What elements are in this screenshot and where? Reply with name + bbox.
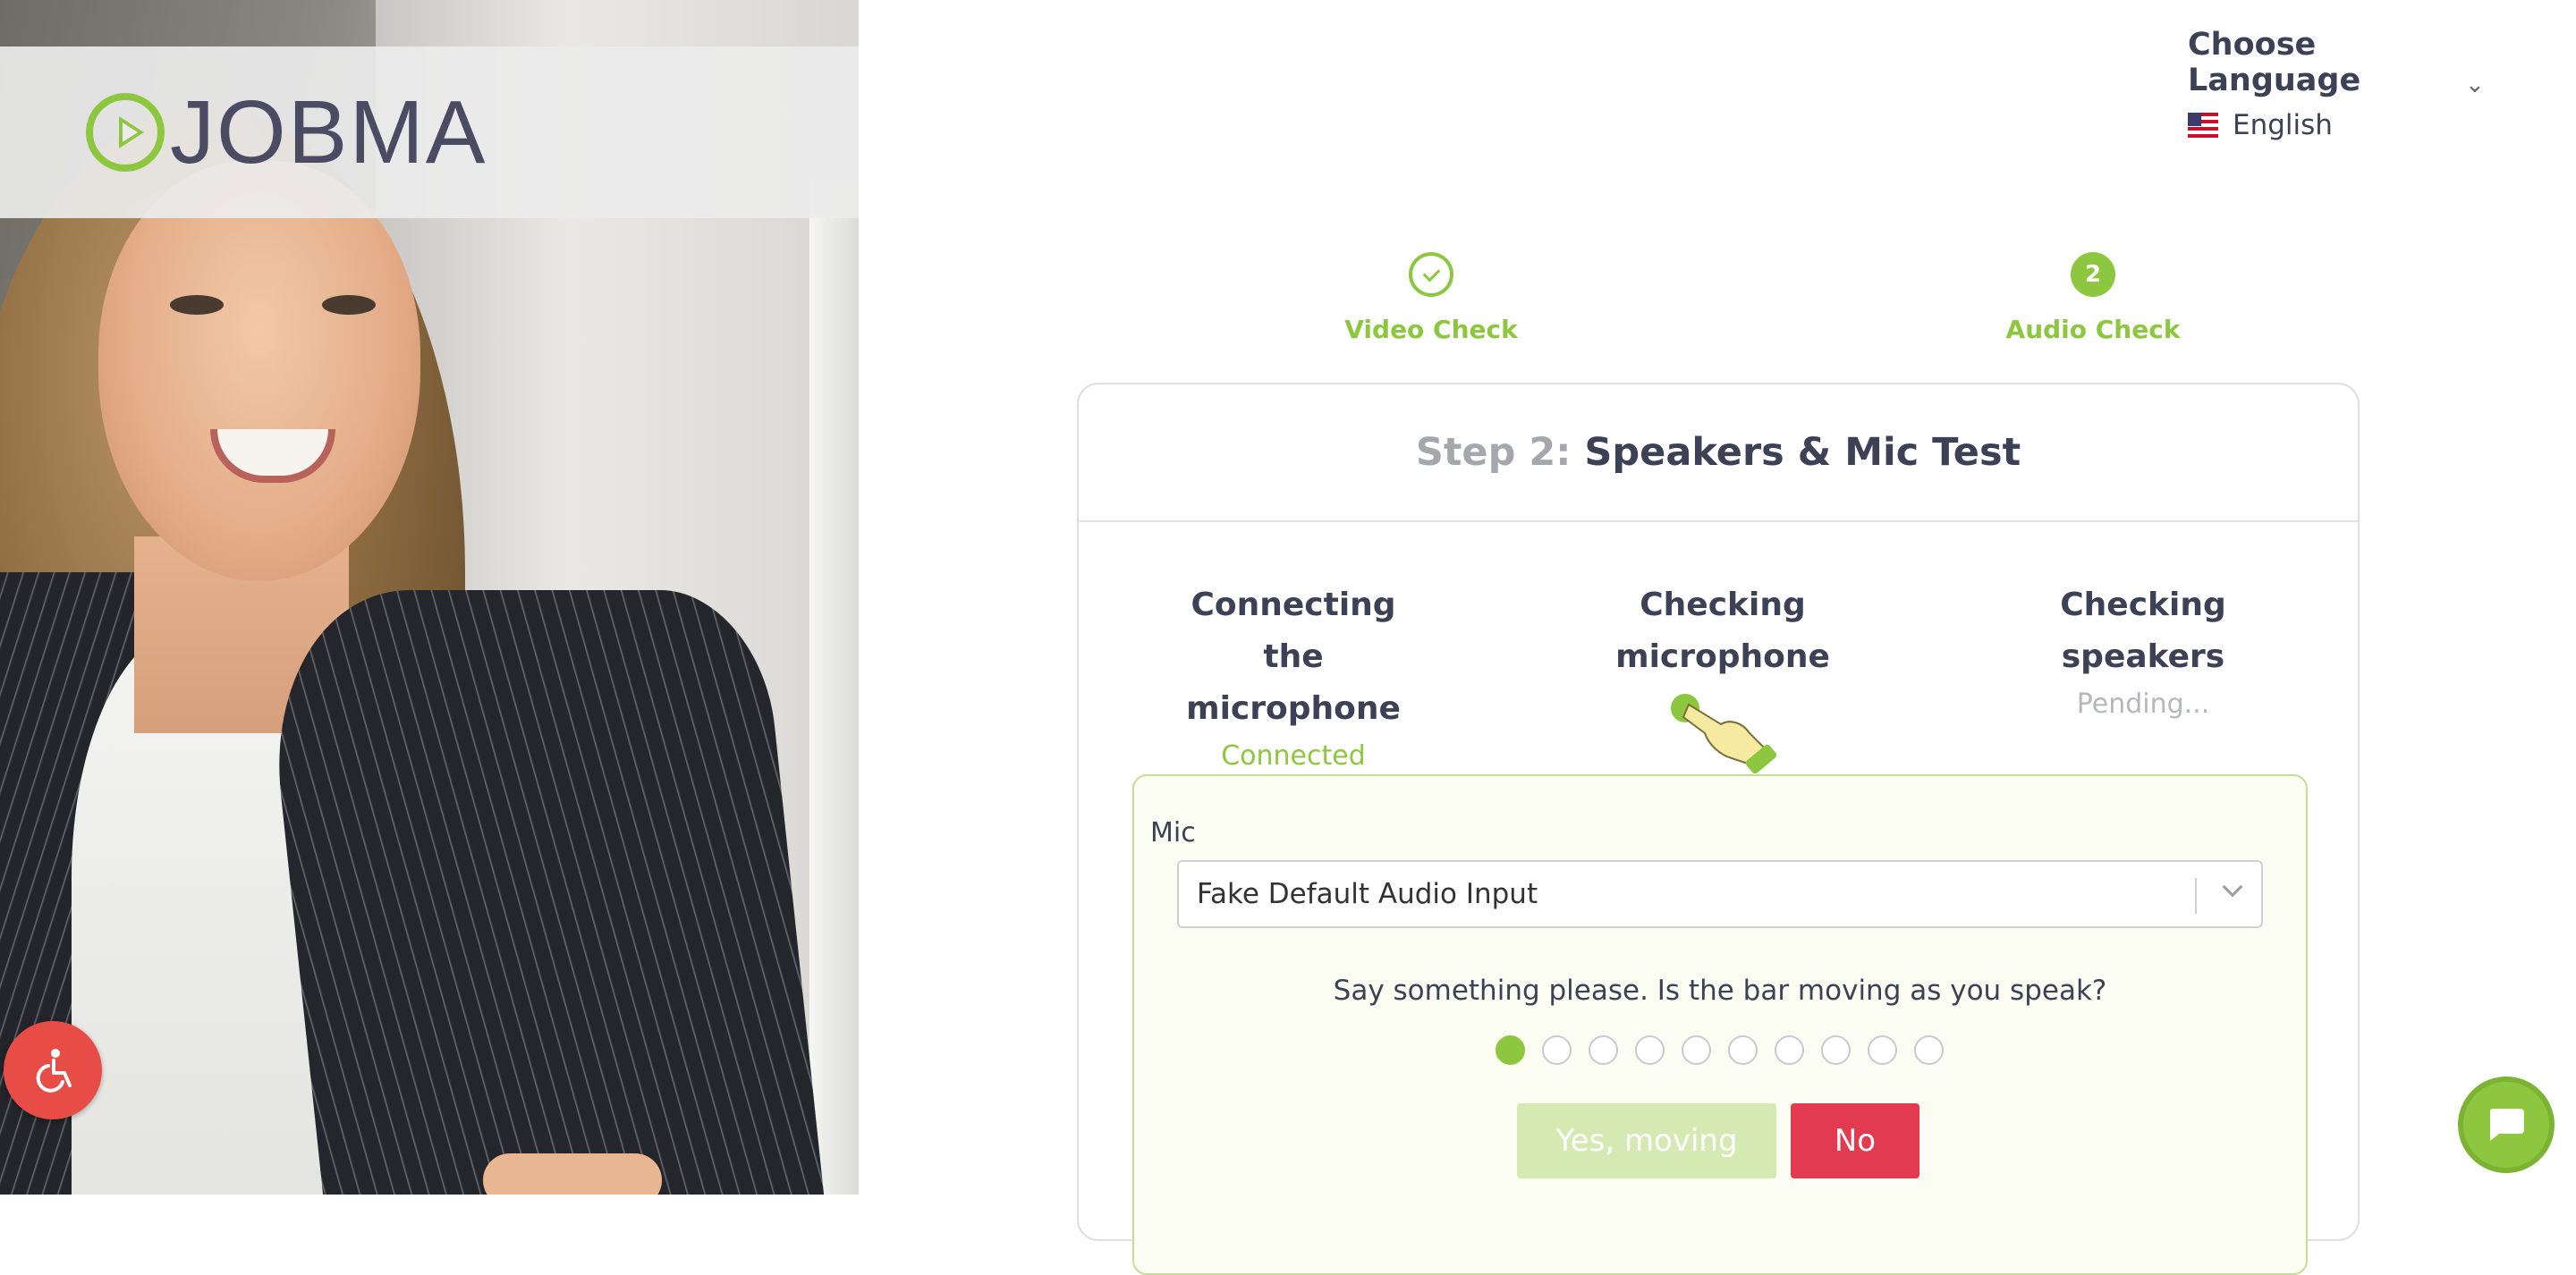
wheelchair-icon (36, 1049, 72, 1093)
select-divider (2195, 878, 2197, 914)
check-title: Connecting the microphone (1186, 587, 1401, 727)
check-status-row: Connecting the microphone Connected Chec… (1079, 579, 2361, 774)
language-value: English (2233, 109, 2333, 141)
mic-answer-buttons: Yes, moving No (1517, 1103, 1919, 1178)
photo-eye-left (170, 295, 224, 315)
level-dot (1635, 1035, 1665, 1065)
us-flag-icon (2188, 113, 2218, 138)
step-audio-check: 2 Audio Check (1959, 252, 2227, 344)
check-microphone: Checking microphone (1544, 579, 1902, 781)
language-title: Choose Language (2188, 27, 2361, 98)
check-status: Connected (1221, 740, 1366, 772)
chat-bubble-icon (2489, 1109, 2524, 1141)
audio-test-card: Step 2: Speakers & Mic Test Connecting t… (1077, 383, 2361, 1275)
mic-level-meter (1496, 1035, 1944, 1065)
pointing-hand-icon (1671, 694, 1777, 774)
chevron-down-icon[interactable]: ⌄ (2465, 72, 2485, 98)
check-icon (1409, 252, 1453, 297)
step-video-check: Video Check (1297, 252, 1565, 344)
accessibility-button[interactable] (4, 1021, 102, 1119)
mic-test-panel (1132, 774, 2308, 1275)
photo-eye-right (322, 295, 376, 315)
level-dot (1821, 1035, 1851, 1065)
check-status: Pending... (2076, 688, 2210, 720)
play-logo-icon (86, 93, 165, 172)
step-number: 2 (2071, 252, 2115, 297)
check-connecting: Connecting the microphone Connected (1168, 579, 1419, 772)
photo-jacket-right (259, 590, 832, 1195)
mic-prompt: Say something please. Is the bar moving … (1333, 975, 2107, 1007)
level-dot (1775, 1035, 1804, 1065)
mic-select[interactable]: Fake Default Audio Input (1177, 860, 2263, 928)
chevron-down-icon[interactable] (2222, 876, 2243, 898)
level-dot (1542, 1035, 1572, 1065)
photo-face (98, 161, 420, 581)
check-title: Checking microphone (1615, 587, 1830, 675)
level-dot (1589, 1035, 1618, 1065)
no-button[interactable]: No (1791, 1103, 1919, 1178)
level-dot (1496, 1035, 1525, 1065)
check-speakers: Checking speakers Pending... (1973, 579, 2313, 720)
card-header: Step 2: Speakers & Mic Test (1079, 384, 2358, 522)
chat-button[interactable] (2458, 1077, 2555, 1173)
progress-stepper: Video Check 2 Audio Check (1297, 252, 2191, 359)
card-title-prefix: Step 2: (1415, 430, 1572, 475)
level-dot (1868, 1035, 1897, 1065)
card-title-text: Speakers & Mic Test (1584, 430, 2021, 475)
photo-monitor (809, 179, 859, 1195)
step-label: Video Check (1344, 315, 1518, 344)
level-dot (1914, 1035, 1944, 1065)
language-picker[interactable]: Choose Language English ⌄ (2188, 27, 2492, 141)
check-title: Checking speakers (2060, 587, 2226, 675)
logo-band: JOBMA (0, 46, 859, 218)
mic-label: Mic (1150, 817, 1196, 849)
level-dot (1682, 1035, 1711, 1065)
brand-logo-text: JOBMA (170, 81, 487, 182)
level-dot (1728, 1035, 1758, 1065)
language-selected-row[interactable]: English (2188, 109, 2492, 141)
mic-select-value: Fake Default Audio Input (1197, 878, 1538, 910)
step-label: Audio Check (2005, 315, 2181, 344)
photo-hand (483, 1153, 662, 1195)
yes-moving-button[interactable]: Yes, moving (1517, 1103, 1776, 1178)
card-title: Step 2: Speakers & Mic Test (1416, 430, 2021, 475)
